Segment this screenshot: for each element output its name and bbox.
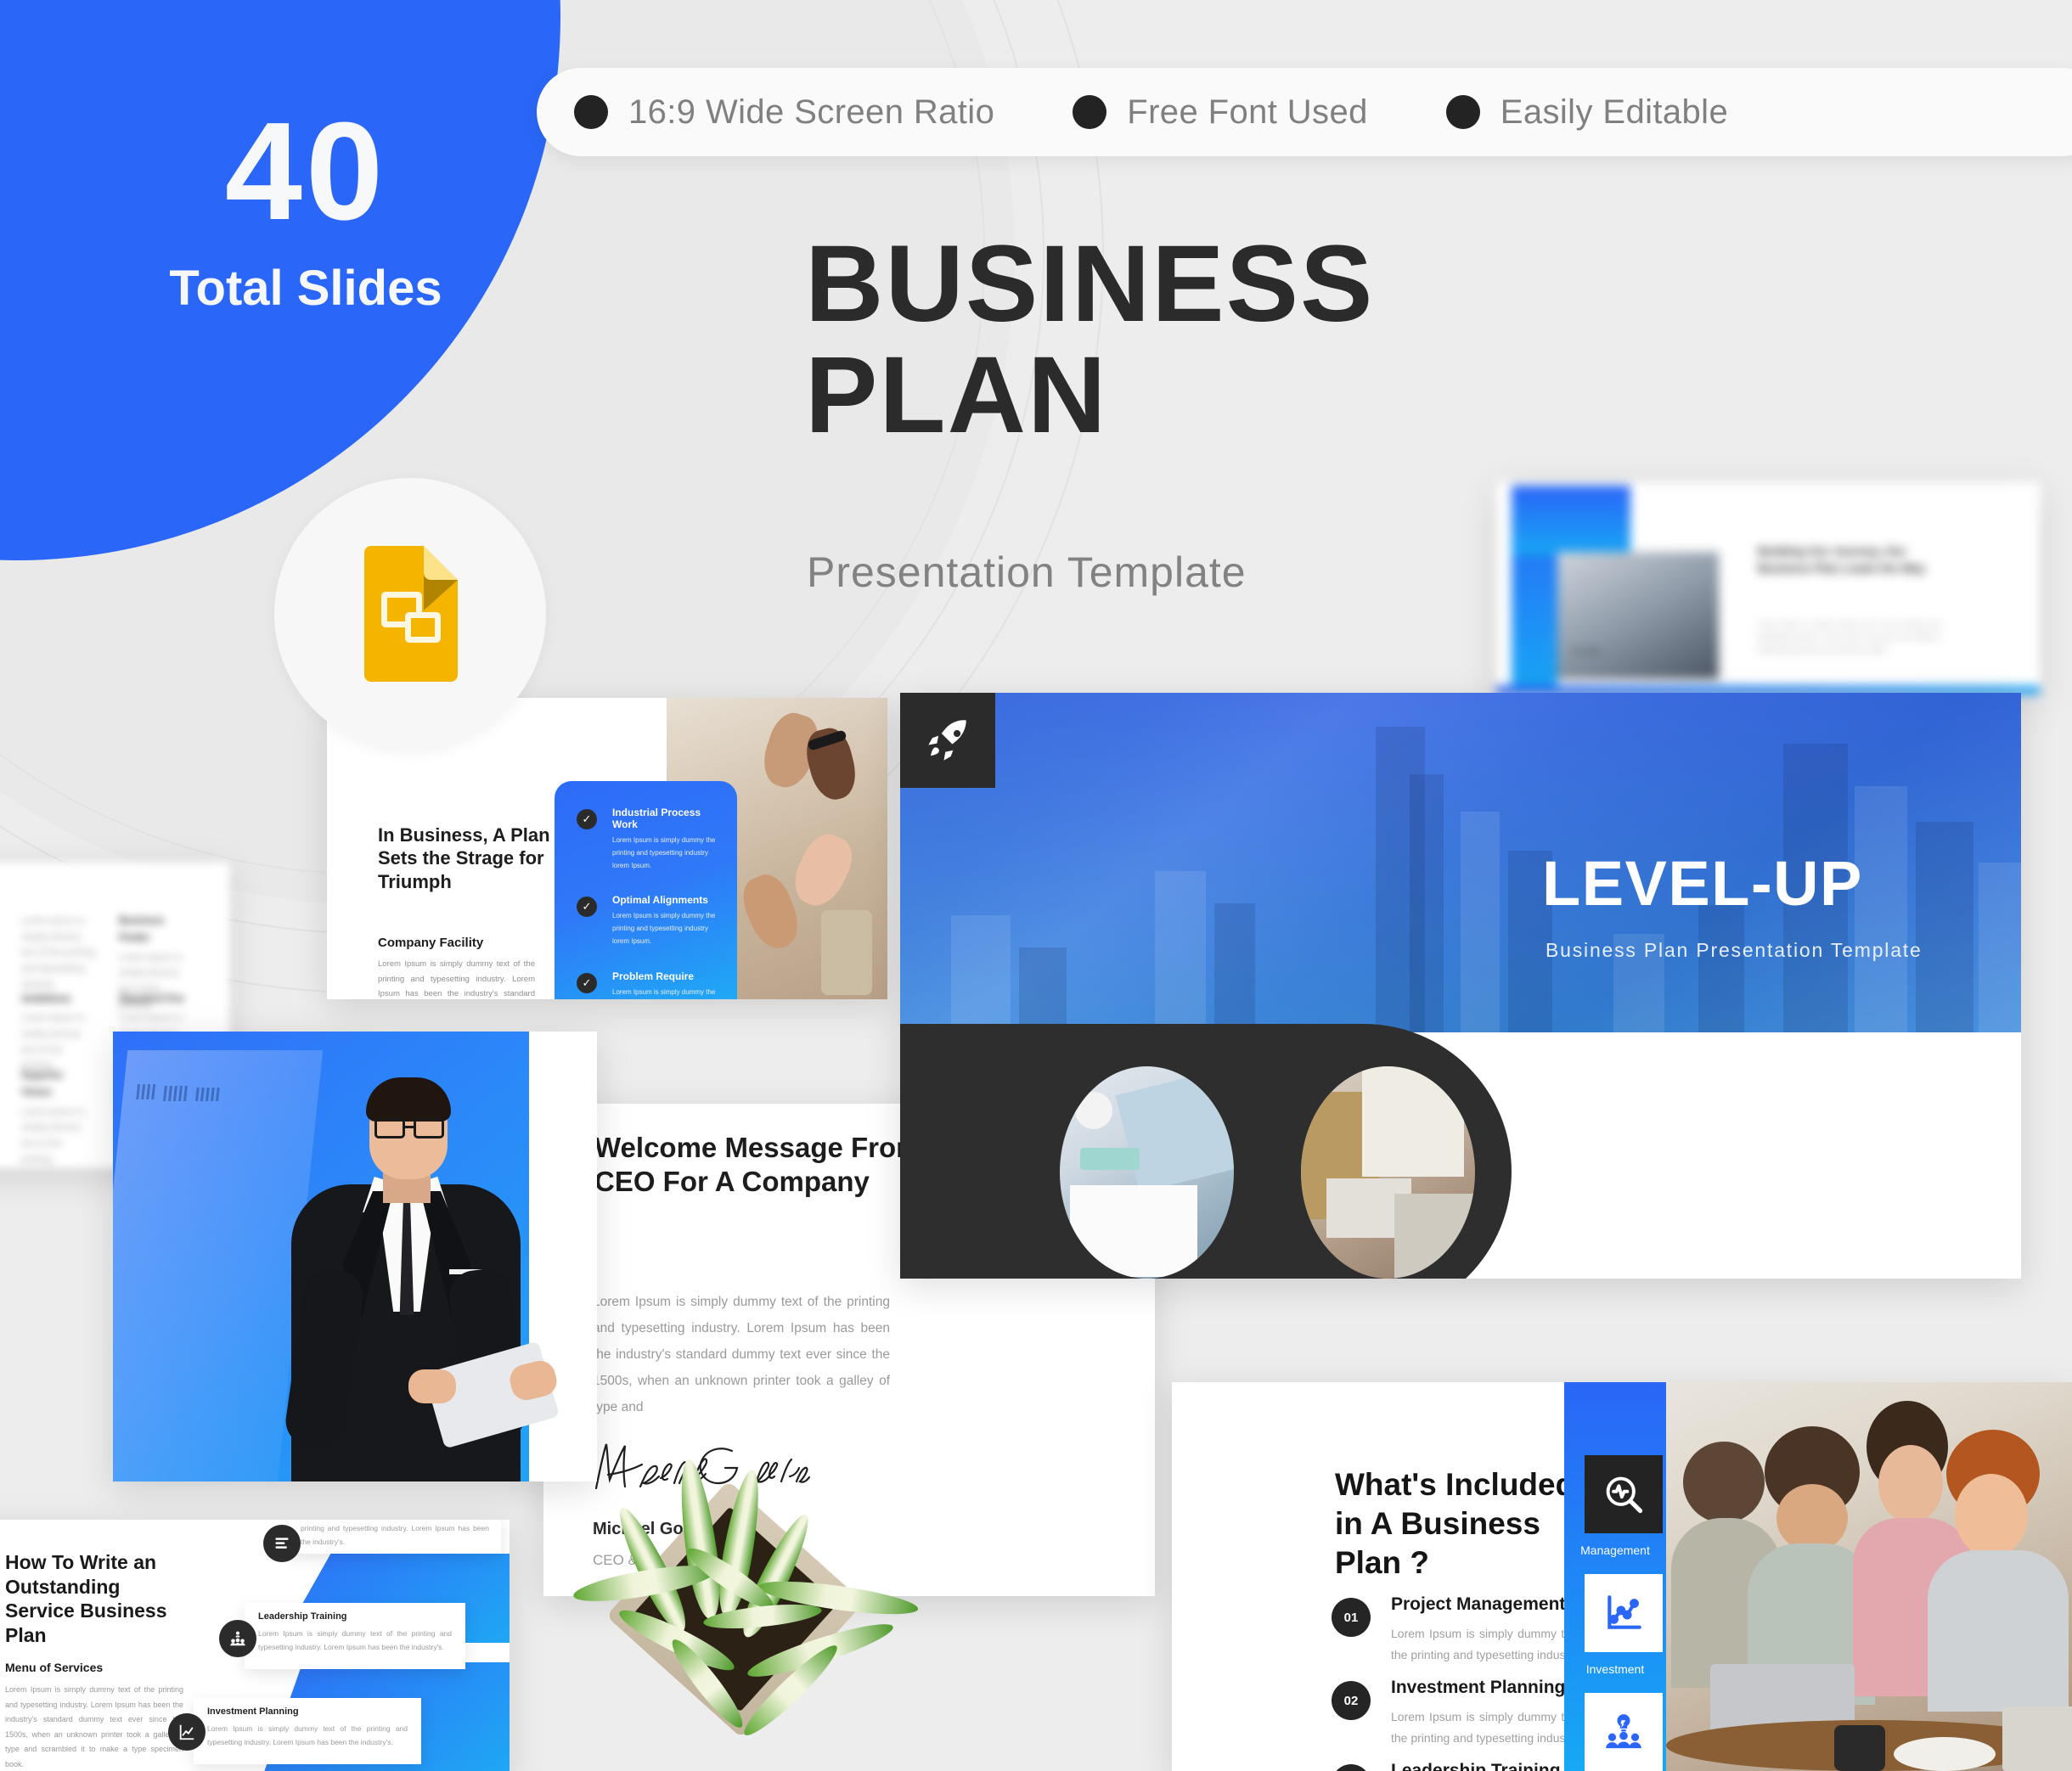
rail-label-investment: Investment — [1585, 1662, 1645, 1676]
item-number-badge: 03 — [1332, 1764, 1371, 1771]
slide-subtitle: Business Plan Presentation Template — [1546, 939, 1923, 961]
investment-chart-icon — [168, 1713, 206, 1751]
how-card-desc: printing and typesetting industry. Lorem… — [301, 1524, 489, 1547]
rocket-icon — [900, 693, 995, 788]
bullet-dot-icon — [1445, 95, 1480, 129]
slide-body-text: Lorem Ipsum is simply dummy text of the … — [5, 1685, 183, 1768]
item-number-badge: 01 — [1332, 1598, 1371, 1637]
leadership-icon — [219, 1620, 256, 1657]
slide-subtitle: Company Facility — [378, 936, 484, 950]
slide-subtitle: Menu of Services — [5, 1661, 104, 1674]
item-number-badge: 02 — [1332, 1681, 1371, 1720]
check-icon: ✓ — [577, 897, 597, 918]
how-card-desc: Lorem Ipsum is simply dummy text of the … — [258, 1629, 452, 1652]
slide-title: Building Our Journey, Our Business Plan … — [1758, 544, 1926, 575]
line-chart-icon — [1585, 1574, 1663, 1652]
feature-label: Easily Editable — [1500, 93, 1729, 131]
hero-subtitle: Presentation Template — [807, 548, 1247, 596]
feature-check-card: ✓ Industrial Process Work Lorem Ipsum is… — [555, 781, 737, 999]
rail-label-management: Management — [1580, 1543, 1650, 1557]
slide-preview-businessman[interactable] — [113, 1032, 597, 1481]
desk-photo-oval-1 — [1060, 1066, 1234, 1279]
check-desc: Lorem Ipsum is simply dummy the printing… — [612, 987, 716, 996]
feature-item-editable: Easily Editable — [1445, 93, 1729, 132]
bullet-dot-icon — [574, 95, 608, 129]
hero-title-line-1: BUSINESS — [805, 223, 1375, 345]
slide-title: In Business, A Plan Sets the Strage for … — [378, 824, 550, 892]
included-item-2: 02 Investment Planning Lorem Ipsum is si… — [1332, 1678, 1595, 1748]
blue-accent-block — [1512, 486, 1630, 555]
blurred-text-col-1: Lorem ipsum is simply dummy text of the … — [21, 916, 96, 990]
magnifier-pulse-icon — [1585, 1455, 1663, 1533]
feature-item-font: Free Font Used — [1073, 93, 1368, 132]
bullet-dot-icon — [1073, 95, 1107, 129]
check-desc: Lorem Ipsum is simply dummy the printing… — [612, 912, 716, 945]
slide-body-text: Lorem Ipsum is simply dummy text of the … — [593, 1295, 890, 1414]
included-item-1: 01 Project Management Lorem Ipsum is sim… — [1332, 1594, 1595, 1665]
check-icon: ✓ — [577, 809, 597, 829]
potted-plant-photo — [543, 1457, 951, 1771]
slide-title: How To Write an Outstanding Service Busi… — [5, 1551, 167, 1646]
slide-preview-whats-included[interactable]: What's Included in A Business Plan ? 01 … — [1172, 1382, 2072, 1771]
how-card-2: Leadership Training Lorem Ipsum is simpl… — [245, 1603, 465, 1669]
businessman-photo — [240, 1057, 597, 1481]
slide-title: Welcome Message From CEO For A Company — [594, 1132, 921, 1198]
slide-preview-level-up[interactable]: LEVEL-UP Business Plan Presentation Temp… — [900, 693, 2021, 1279]
blurred-text-col-5: Superior Vision Lorem ipsum is simply dum… — [21, 1069, 85, 1165]
how-card-1: printing and typesetting industry. Lorem… — [289, 1520, 501, 1554]
slide-count-label: Total Slides — [169, 261, 442, 316]
slide-title: LEVEL-UP — [1542, 848, 1863, 919]
how-card-title: Leadership Training — [258, 1611, 347, 1622]
blurred-text-col-3: Ambitions Lorem ipsum is simply dummy tex… — [21, 992, 85, 1071]
feature-label: Free Font Used — [1127, 93, 1368, 131]
slide-preview-top-right[interactable]: Building Our Journey, Our Business Plan … — [1496, 482, 2040, 694]
slide-count-number: 40 — [224, 93, 387, 249]
hero-title-line-2: PLAN — [805, 334, 1108, 456]
team-photo — [1557, 552, 1719, 679]
poster-stage: 40 Total Slides 16:9 Wide Screen Ratio F… — [0, 0, 2072, 1771]
check-title: Optimal Alignments — [612, 894, 708, 907]
team-meeting-photo — [1666, 1382, 2072, 1771]
check-list-item: ✓ Optimal Alignments Lorem Ipsum is simp… — [577, 894, 724, 947]
team-idea-icon — [1585, 1693, 1663, 1771]
photo-caption: Our Vision — [1571, 649, 1602, 655]
slide-title: What's Included in A Business Plan ? — [1335, 1467, 1575, 1580]
google-slides-badge — [274, 478, 546, 750]
google-slides-icon — [356, 546, 465, 682]
how-card-desc: Lorem Ipsum is simply dummy text of the … — [207, 1724, 408, 1747]
icon-rail: Management Investment — [1564, 1382, 1666, 1771]
slide-body-text: Lorem Ipsum is simply dummy text of the … — [378, 959, 535, 999]
check-icon: ✓ — [577, 972, 597, 993]
how-card-3: Investment Planning Lorem Ipsum is simpl… — [194, 1698, 421, 1764]
check-list-item: ✓ Industrial Process Work Lorem Ipsum is… — [577, 807, 724, 872]
feature-item-ratio: 16:9 Wide Screen Ratio — [574, 93, 994, 132]
included-item-3: 03 Leadership Training Lorem Ipsum is si… — [1332, 1761, 1595, 1771]
project-management-icon — [263, 1525, 301, 1562]
check-title: Problem Require — [612, 970, 695, 982]
feature-label: 16:9 Wide Screen Ratio — [628, 93, 995, 131]
slide-body-text: Lorem Ipsum is simply dummy text of the … — [1758, 621, 1940, 655]
page-title: BUSINESS PLAN — [805, 223, 1375, 456]
check-desc: Lorem Ipsum is simply dummy the printing… — [612, 836, 716, 869]
check-title: Industrial Process Work — [612, 807, 701, 830]
check-list-item: ✓ Problem Require Lorem Ipsum is simply … — [577, 970, 724, 999]
desk-photo-oval-2 — [1301, 1066, 1475, 1279]
slide-count-block: 40 Total Slides — [85, 102, 526, 317]
slide-preview-how-to-write[interactable]: How To Write an Outstanding Service Busi… — [0, 1520, 510, 1771]
how-card-title: Investment Planning — [207, 1706, 299, 1717]
feature-pill-bar: 16:9 Wide Screen Ratio Free Font Used Ea… — [537, 68, 2072, 156]
